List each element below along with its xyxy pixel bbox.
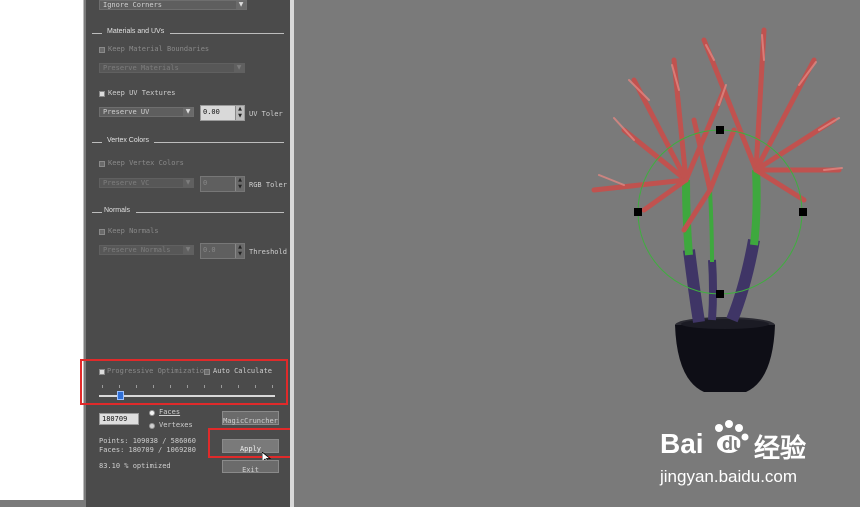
slider-tick	[238, 385, 239, 388]
chevron-down-icon: ▼	[183, 108, 193, 116]
chevron-down-icon: ▼	[183, 246, 193, 254]
optimization-slider-thumb[interactable]	[117, 391, 125, 400]
keep-material-boundaries-checkbox[interactable]	[99, 47, 105, 53]
count-input[interactable]: 180709	[99, 413, 139, 425]
chevron-down-icon: ▼	[234, 64, 244, 72]
preserve-normals-dropdown[interactable]: Preserve Normals ▼	[99, 245, 194, 255]
exit-button[interactable]: Exit	[222, 460, 279, 474]
slider-tick	[170, 385, 171, 388]
divider	[92, 212, 102, 213]
preserve-uv-dropdown[interactable]: Preserve UV ▼	[99, 107, 194, 117]
rgb-tolerance-spinner[interactable]: 0 ▲ ▼	[200, 176, 245, 192]
vertexes-label: Vertexes	[159, 421, 193, 429]
outliner-pane	[0, 0, 84, 500]
threshold-spinner[interactable]: 0.0 ▲ ▼	[200, 243, 245, 259]
divider	[154, 142, 284, 143]
keep-material-boundaries-label: Keep Material Boundaries	[108, 45, 210, 53]
divider	[92, 33, 102, 34]
slider-tick	[221, 385, 222, 388]
progressive-optimization-label: Progressive Optimization	[107, 367, 209, 375]
keep-uv-textures-checkbox[interactable]	[99, 91, 105, 97]
vertexes-radio[interactable]	[149, 423, 155, 429]
spin-up-icon[interactable]: ▲	[236, 177, 244, 184]
slider-tick	[136, 385, 137, 388]
uv-tolerance-spinner[interactable]: 0.00 ▲ ▼	[200, 105, 245, 121]
keep-uv-textures-label: Keep UV Textures	[108, 89, 176, 97]
auto-calculate-label: Auto Calculate	[213, 367, 273, 375]
threshold-label: Threshold	[249, 248, 287, 256]
slider-tick	[272, 385, 273, 388]
slider-tick	[102, 385, 103, 388]
divider	[170, 33, 284, 34]
progressive-optimization-checkbox[interactable]	[99, 369, 105, 375]
preserve-vc-dropdown[interactable]: Preserve VC ▼	[99, 178, 194, 188]
uv-tolerance-label: UV Toler	[249, 110, 283, 118]
chevron-down-icon: ▼	[183, 179, 193, 187]
keep-vertex-colors-label: Keep Vertex Colors	[108, 159, 184, 167]
keep-vertex-colors-checkbox[interactable]	[99, 161, 105, 167]
section-heading-materials: Materials and UVs	[107, 28, 165, 35]
magic-cruncher-button[interactable]: MagicCruncher	[222, 411, 279, 425]
options-panel: Ignore Corners ▼ Materials and UVs Keep …	[80, 0, 297, 507]
spin-down-icon[interactable]: ▼	[236, 251, 244, 258]
points-stat: Points: 109038 / 586060	[99, 437, 196, 445]
keep-normals-checkbox[interactable]	[99, 229, 105, 235]
faces-radio[interactable]	[149, 410, 155, 416]
spin-down-icon[interactable]: ▼	[236, 113, 244, 120]
spin-down-icon[interactable]: ▼	[236, 184, 244, 191]
optimization-slider-track[interactable]	[99, 395, 275, 397]
auto-calculate-checkbox[interactable]	[204, 369, 210, 375]
section-heading-normals: Normals	[104, 207, 131, 214]
spin-up-icon[interactable]: ▲	[236, 244, 244, 251]
corners-dropdown[interactable]: Ignore Corners ▼	[99, 0, 247, 10]
viewport[interactable]: Bai du 经验 jingyan.baidu.com	[294, 0, 860, 507]
faces-stat: Faces: 180709 / 1069280	[99, 446, 196, 454]
faces-label: Faces	[159, 408, 181, 416]
baidu-watermark: Bai du 经验 jingyan.baidu.com	[656, 420, 856, 490]
preserve-materials-dropdown[interactable]: Preserve Materials ▼	[99, 63, 245, 73]
spin-up-icon[interactable]: ▲	[236, 106, 244, 113]
divider	[136, 212, 284, 213]
optimized-percent: 83.10 % optimized	[99, 462, 171, 470]
section-heading-vertex-colors: Vertex Colors	[107, 137, 150, 144]
divider	[92, 142, 102, 143]
rgb-tolerance-label: RGB Toler	[249, 181, 287, 189]
keep-normals-label: Keep Normals	[108, 227, 159, 235]
slider-ticks	[102, 385, 273, 389]
slider-tick	[255, 385, 256, 388]
slider-tick	[187, 385, 188, 388]
progressive-highlight-box	[80, 359, 288, 405]
slider-tick	[153, 385, 154, 388]
chevron-down-icon: ▼	[236, 1, 246, 9]
slider-tick	[119, 385, 120, 388]
slider-tick	[204, 385, 205, 388]
